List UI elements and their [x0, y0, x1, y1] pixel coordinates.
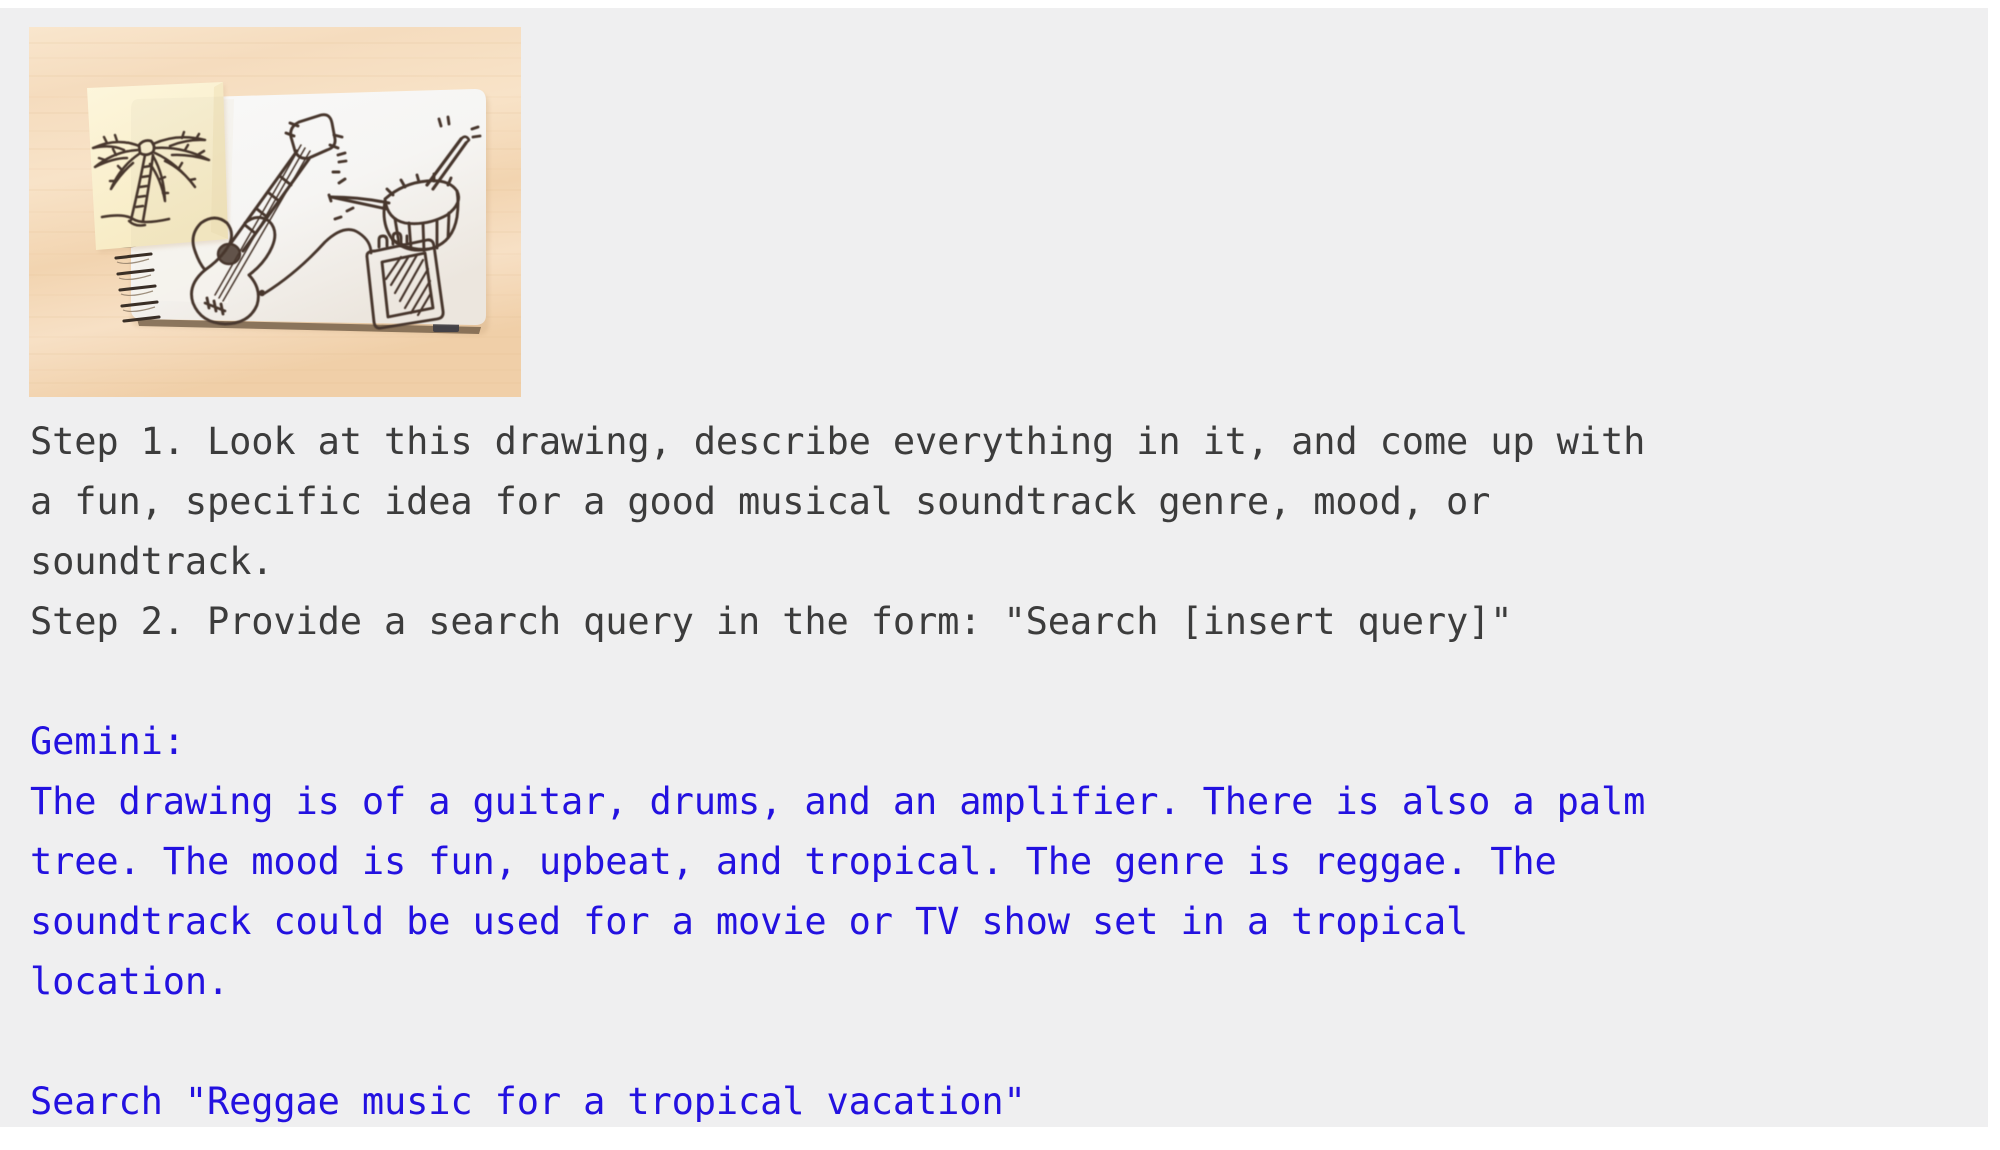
transcript-spacer: [30, 1012, 1970, 1072]
transcript: Step 1. Look at this drawing, describe e…: [30, 412, 1970, 1132]
model-speaker-label: Gemini:: [30, 720, 185, 763]
sketchbook-photo: [29, 27, 521, 397]
user-line: soundtrack.: [30, 540, 274, 583]
model-line: The drawing is of a guitar, drums, and a…: [30, 780, 1646, 823]
search-query-line: Search "Reggae music for a tropical vaca…: [30, 1080, 1026, 1123]
model-line: tree. The mood is fun, upbeat, and tropi…: [30, 840, 1557, 883]
user-line: a fun, specific idea for a good musical …: [30, 480, 1491, 523]
model-line: location.: [30, 960, 230, 1003]
model-line: soundtrack could be used for a movie or …: [30, 900, 1469, 943]
prompt-image-container: [29, 27, 521, 397]
user-line: Step 2. Provide a search query in the fo…: [30, 600, 1513, 643]
conversation-panel: Step 1. Look at this drawing, describe e…: [0, 8, 1988, 1127]
transcript-spacer: [30, 652, 1970, 712]
user-line: Step 1. Look at this drawing, describe e…: [30, 420, 1646, 463]
